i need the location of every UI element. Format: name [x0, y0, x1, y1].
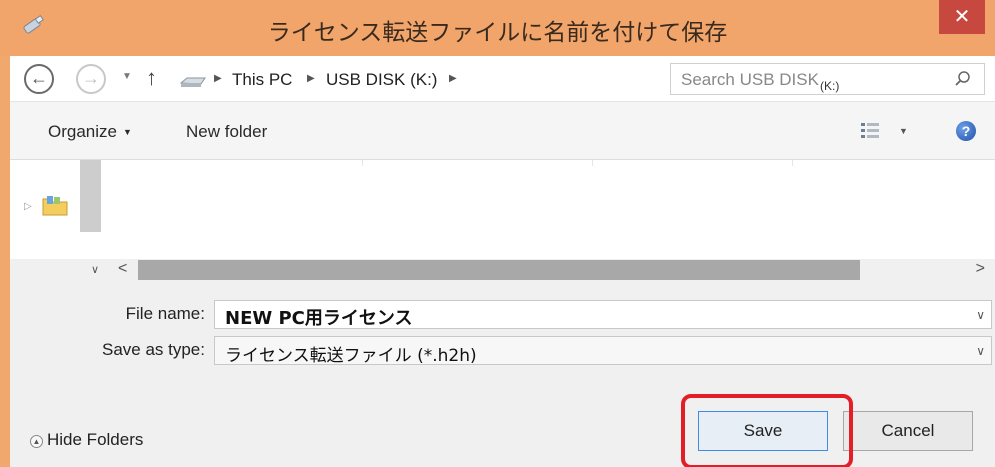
breadcrumb-separator-icon[interactable]: ▶ [449, 73, 457, 84]
drive-icon [179, 77, 206, 87]
new-folder-button[interactable]: New folder [186, 122, 267, 142]
close-button[interactable]: ✕ [939, 0, 985, 34]
breadcrumb-separator-icon[interactable]: ▶ [307, 73, 315, 84]
horizontal-scrollbar[interactable]: ∨ < > [10, 259, 995, 281]
save-type-label: Save as type: [101, 340, 205, 359]
save-dialog: ← → ▼ ↑ ▶ This PC ▶ USB DISK (K:) ▶ ∨ ↻ … [10, 56, 995, 467]
file-name-value: NEW PC用ライセンス [225, 308, 413, 329]
hide-folders-toggle[interactable]: ▲ Hide Folders [30, 430, 143, 450]
organize-label: Organize [48, 122, 117, 141]
libraries-folder-icon[interactable] [42, 194, 68, 216]
save-type-value: ライセンス転送ファイル (*.h2h) [225, 346, 477, 366]
back-button[interactable]: ← [24, 64, 54, 94]
search-icon[interactable] [954, 70, 972, 88]
address-row: ← → ▼ ↑ ▶ This PC ▶ USB DISK (K:) ▶ ∨ ↻ … [10, 56, 995, 102]
chevron-down-icon[interactable]: ∨ [976, 308, 985, 322]
breadcrumb-this-pc[interactable]: This PC [232, 70, 292, 90]
window-title: ライセンス転送ファイルに名前を付けて保存 [267, 20, 728, 46]
cancel-button[interactable]: Cancel [843, 411, 973, 451]
up-folder-button[interactable]: ↑ [146, 65, 157, 91]
collapse-icon: ▲ [30, 435, 43, 448]
chevron-down-icon[interactable]: ∨ [976, 344, 985, 358]
scroll-right-icon[interactable]: > [976, 260, 985, 278]
hide-folders-label: Hide Folders [47, 430, 144, 449]
command-bar: Organize ▼ New folder ▼ ? [10, 102, 995, 160]
chevron-down-icon[interactable]: ∨ [91, 263, 99, 276]
search-input[interactable]: Search USB DISK (K:) [670, 63, 985, 95]
search-placeholder: Search USB DISK [681, 70, 819, 89]
save-highlight-annotation [681, 394, 853, 467]
expand-arrow-icon[interactable]: ▷ [24, 201, 32, 212]
navigation-pane-scrollbar[interactable] [80, 160, 101, 232]
chevron-down-icon: ▼ [122, 127, 132, 137]
view-options-icon[interactable] [860, 122, 880, 140]
title-bar: ライセンス転送ファイルに名前を付けて保存 ✕ [0, 0, 995, 56]
column-divider[interactable] [792, 160, 793, 166]
organize-button[interactable]: Organize ▼ [48, 122, 132, 142]
file-name-field[interactable]: NEW PC用ライセンス ∨ [214, 300, 992, 329]
help-icon[interactable]: ? [956, 121, 976, 141]
view-dropdown-icon[interactable]: ▼ [899, 126, 908, 136]
search-placeholder-tail: (K:) [820, 79, 840, 93]
column-divider[interactable] [362, 160, 363, 166]
scroll-left-icon[interactable]: < [118, 260, 127, 278]
column-divider[interactable] [592, 160, 593, 166]
recent-locations-dropdown[interactable]: ▼ [122, 71, 132, 82]
file-name-label: File name: [125, 304, 205, 323]
address-bar[interactable]: ▶ This PC ▶ USB DISK (K:) ▶ ∨ ↻ [175, 63, 808, 95]
breadcrumb-usb-disk[interactable]: USB DISK (K:) [326, 70, 437, 90]
breadcrumb-separator-icon[interactable]: ▶ [214, 73, 222, 84]
scrollbar-thumb[interactable] [138, 260, 860, 280]
forward-button[interactable]: → [76, 64, 106, 94]
save-type-select[interactable]: ライセンス転送ファイル (*.h2h) ∨ [214, 336, 992, 366]
